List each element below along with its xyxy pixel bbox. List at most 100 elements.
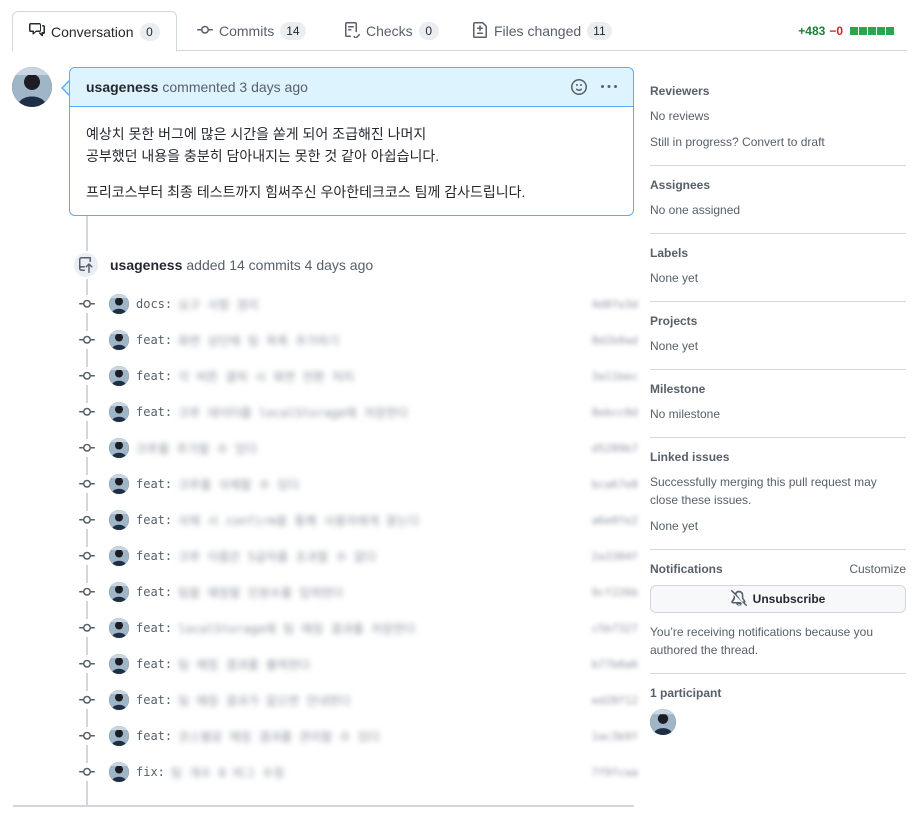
commit-author-avatar[interactable] bbox=[109, 690, 129, 710]
commit-summary: 크루를 삭제할 수 있다 bbox=[178, 477, 300, 492]
labels-heading[interactable]: Labels bbox=[650, 246, 688, 260]
commit-message[interactable]: feat: 크루를 삭제할 수 있다 bbox=[136, 476, 299, 493]
convert-to-draft-link[interactable]: Still in progress? Convert to draft bbox=[650, 133, 906, 151]
commit-sha-link[interactable]: c5b7327 bbox=[592, 622, 638, 635]
commit-row[interactable]: feat: 크루를 삭제할 수 있다 bca67e8 bbox=[78, 473, 638, 495]
commit-prefix: feat: bbox=[136, 369, 173, 383]
commit-sha-link[interactable]: bca67e8 bbox=[592, 478, 638, 491]
diffstat[interactable]: +483 −0 bbox=[798, 24, 894, 38]
commit-sha-link[interactable]: 7f9fcaa bbox=[592, 766, 638, 779]
customize-link[interactable]: Customize bbox=[849, 562, 906, 576]
tab-conversation[interactable]: Conversation 0 bbox=[12, 11, 177, 52]
commit-author-avatar[interactable] bbox=[109, 582, 129, 602]
commit-row[interactable]: 크루를 추가할 수 있다 d5289b7 bbox=[78, 437, 638, 459]
commit-sha-link[interactable]: ed28f12 bbox=[592, 694, 638, 707]
commit-author-avatar[interactable] bbox=[109, 654, 129, 674]
commit-prefix: feat: bbox=[136, 333, 173, 347]
commit-summary: 팀 매칭 결과를 출력한다 bbox=[178, 657, 311, 672]
event-author[interactable]: usageness bbox=[110, 257, 182, 273]
pr-description-comment: usageness commented 3 days ago 예상치 못한 버그… bbox=[69, 67, 634, 216]
linked-issues-hint: Successfully merging this pull request m… bbox=[650, 475, 877, 507]
commit-message[interactable]: feat: 크루 이름은 5글자를 초과할 수 없다 bbox=[136, 548, 376, 565]
participant-avatar[interactable] bbox=[650, 709, 676, 735]
commit-icon bbox=[78, 583, 96, 601]
milestone-heading[interactable]: Milestone bbox=[650, 382, 705, 396]
commit-message[interactable]: feat: localStorage에 팀 매칭 결과를 저장한다 bbox=[136, 620, 415, 637]
commit-message[interactable]: 크루를 추가할 수 있다 bbox=[136, 440, 257, 457]
commit-row[interactable]: feat: 크루 데이터를 localStorage에 저장한다 8ebcc0d bbox=[78, 401, 638, 423]
commit-message[interactable]: feat: 삭제 시 confirm을 통해 사용자에게 묻는다 bbox=[136, 512, 419, 529]
tab-counter: 14 bbox=[280, 22, 306, 40]
commit-sha-link[interactable]: a6e0fe2 bbox=[592, 514, 638, 527]
repo-push-icon bbox=[72, 251, 100, 279]
commit-author-avatar[interactable] bbox=[109, 438, 129, 458]
unsubscribe-button[interactable]: Unsubscribe bbox=[650, 585, 906, 613]
commit-icon bbox=[78, 619, 96, 637]
commit-sha-link[interactable]: 1ac3b9f bbox=[592, 730, 638, 743]
commit-author-avatar[interactable] bbox=[109, 762, 129, 782]
smiley-icon[interactable] bbox=[571, 79, 587, 95]
commit-row[interactable]: feat: 팀 매칭 결과를 출력한다 b77b0a6 bbox=[78, 653, 638, 675]
tab-commits[interactable]: Commits 14 bbox=[197, 11, 306, 51]
commit-author-avatar[interactable] bbox=[109, 366, 129, 386]
commit-author-avatar[interactable] bbox=[109, 510, 129, 530]
commit-sha-link[interactable]: 2a3384f bbox=[592, 550, 638, 563]
comment-author[interactable]: usageness bbox=[86, 79, 158, 95]
commit-author-avatar[interactable] bbox=[109, 402, 129, 422]
commit-message[interactable]: feat: 팀 매칭 결과를 출력한다 bbox=[136, 656, 310, 673]
commit-message[interactable]: feat: 팀 매칭 결과가 없으면 안내한다 bbox=[136, 692, 351, 709]
commit-message[interactable]: fix: 팀 개수 0 버그 수정 bbox=[136, 764, 284, 781]
author-avatar[interactable] bbox=[12, 67, 52, 107]
commit-row[interactable]: feat: 화면 상단에 팀 목록 추가하기 8d2b9ad bbox=[78, 329, 638, 351]
commit-summary: 팀을 매칭할 인원수를 입력한다 bbox=[178, 585, 344, 600]
linked-issues-heading[interactable]: Linked issues bbox=[650, 450, 729, 464]
commit-row[interactable]: fix: 팀 개수 0 버그 수정 7f9fcaa bbox=[78, 761, 638, 783]
commit-sha-link[interactable]: 4d8fe3d bbox=[592, 298, 638, 311]
commit-row[interactable]: docs: 요구 사항 정리 4d8fe3d bbox=[78, 293, 638, 315]
commit-sha-link[interactable]: 8ebcc0d bbox=[592, 406, 638, 419]
commit-message[interactable]: feat: 화면 상단에 팀 목록 추가하기 bbox=[136, 332, 340, 349]
commit-message[interactable]: feat: 팀을 매칭할 인원수를 입력한다 bbox=[136, 584, 343, 601]
projects-value: None yet bbox=[650, 339, 699, 353]
labels-value: None yet bbox=[650, 271, 699, 285]
assignees-value: No one assigned bbox=[650, 203, 741, 217]
commit-sha-link[interactable]: d5289b7 bbox=[592, 442, 638, 455]
comment-line: 공부했던 내용을 충분히 담아내지는 못한 것 같아 아쉽습니다. bbox=[86, 148, 440, 164]
assignees-section: Assignees No one assigned bbox=[650, 166, 906, 234]
commit-author-avatar[interactable] bbox=[109, 546, 129, 566]
commit-message[interactable]: feat: 코스별로 매칭 결과를 관리할 수 있다 bbox=[136, 728, 380, 745]
commit-author-avatar[interactable] bbox=[109, 330, 129, 350]
tab-counter: 0 bbox=[418, 22, 439, 40]
commit-message[interactable]: feat: 각 버튼 클릭 시 화면 전환 처리 bbox=[136, 368, 354, 385]
kebab-icon[interactable] bbox=[601, 79, 617, 95]
projects-heading[interactable]: Projects bbox=[650, 314, 697, 328]
commit-sha-link[interactable]: 9cf226b bbox=[592, 586, 638, 599]
commit-summary: 크루 데이터를 localStorage에 저장한다 bbox=[178, 405, 408, 420]
commit-author-avatar[interactable] bbox=[109, 726, 129, 746]
commit-row[interactable]: feat: localStorage에 팀 매칭 결과를 저장한다 c5b7327 bbox=[78, 617, 638, 639]
commit-sha-link[interactable]: 8d2b9ad bbox=[592, 334, 638, 347]
commit-author-avatar[interactable] bbox=[109, 294, 129, 314]
assignees-heading[interactable]: Assignees bbox=[650, 178, 710, 192]
commit-row[interactable]: feat: 팀을 매칭할 인원수를 입력한다 9cf226b bbox=[78, 581, 638, 603]
commit-prefix: docs: bbox=[136, 297, 173, 311]
tab-files-changed[interactable]: Files changed 11 bbox=[472, 11, 612, 51]
commit-row[interactable]: feat: 크루 이름은 5글자를 초과할 수 없다 2a3384f bbox=[78, 545, 638, 567]
commit-row[interactable]: feat: 코스별로 매칭 결과를 관리할 수 있다 1ac3b9f bbox=[78, 725, 638, 747]
notifications-heading: Notifications bbox=[650, 562, 723, 576]
tab-checks[interactable]: Checks 0 bbox=[344, 11, 439, 51]
commit-prefix: feat: bbox=[136, 621, 173, 635]
commit-author-avatar[interactable] bbox=[109, 618, 129, 638]
commit-sha-link[interactable]: b77b0a6 bbox=[592, 658, 638, 671]
comment-timestamp[interactable]: commented 3 days ago bbox=[162, 79, 308, 95]
commit-message[interactable]: docs: 요구 사항 정리 bbox=[136, 296, 259, 313]
reviewers-heading[interactable]: Reviewers bbox=[650, 84, 709, 98]
commit-row[interactable]: feat: 각 버튼 클릭 시 화면 전환 처리 3a11bec bbox=[78, 365, 638, 387]
commit-author-avatar[interactable] bbox=[109, 474, 129, 494]
commit-message[interactable]: feat: 크루 데이터를 localStorage에 저장한다 bbox=[136, 404, 408, 421]
commit-sha-link[interactable]: 3a11bec bbox=[592, 370, 638, 383]
commit-summary: 화면 상단에 팀 목록 추가하기 bbox=[178, 333, 340, 348]
commit-icon bbox=[78, 475, 96, 493]
commit-row[interactable]: feat: 삭제 시 confirm을 통해 사용자에게 묻는다 a6e0fe2 bbox=[78, 509, 638, 531]
commit-row[interactable]: feat: 팀 매칭 결과가 없으면 안내한다 ed28f12 bbox=[78, 689, 638, 711]
